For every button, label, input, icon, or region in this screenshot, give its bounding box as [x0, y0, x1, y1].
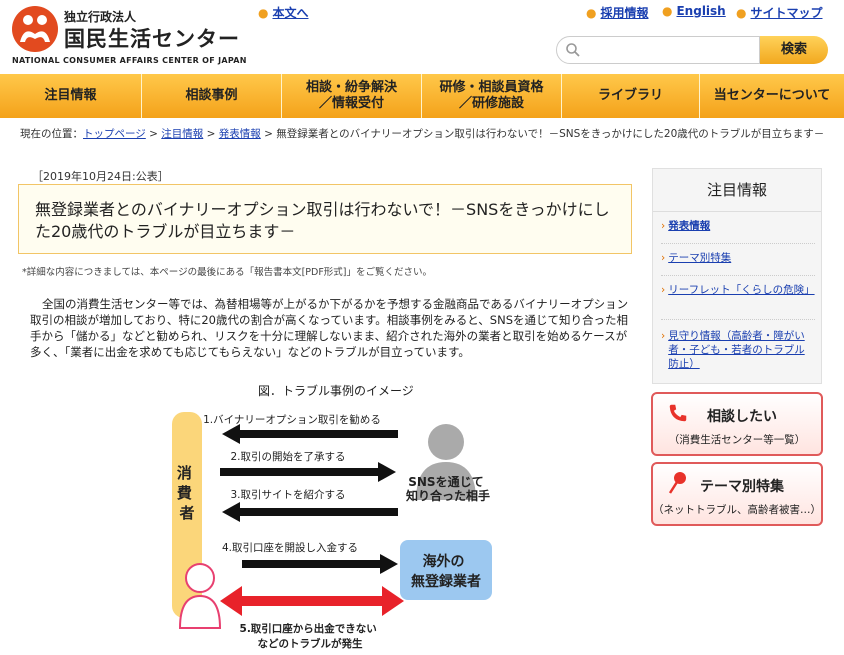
arrow-right-icon: › — [661, 284, 666, 296]
step-3-label: 3.取引サイトを紹介する — [230, 488, 345, 501]
step-2-label: 2.取引の開始を了承する — [230, 450, 345, 463]
article-title-box: 無登録業者とのバイナリーオプション取引は行わないで！－SNSをきっかけにした20… — [18, 184, 632, 254]
arrow-step-4: 4.取引口座を開設し入金する — [222, 541, 398, 574]
sidebar-item-label[interactable]: 見守り情報（高齢者・障がい者・子ども・若者のトラブル防止） — [668, 329, 815, 377]
breadcrumb: 現在の位置：トップページ > 注目情報 > 発表情報 > 無登録業者とのバイナリ… — [20, 128, 825, 140]
recruit-link-text[interactable]: 採用情報 — [600, 6, 648, 20]
sidebar-item-label[interactable]: リーフレット「くらしの危険」 — [668, 283, 814, 319]
arrow-step-1: 1.バイナリーオプション取引を勧める — [203, 413, 398, 444]
logo-mark-icon — [12, 6, 58, 52]
english-link-text[interactable]: English — [676, 4, 725, 18]
sns-partner-label: SNSを通じて 知り合った相手 — [405, 474, 490, 503]
bullet-icon: ● — [736, 6, 747, 20]
sidebar-heading: 注目情報 — [653, 169, 821, 212]
figure-caption: 図．トラブル事例のイメージ — [258, 384, 414, 398]
search-icon — [566, 43, 580, 57]
nav-label: 研修・相談員資格 ／研修施設 — [439, 79, 544, 111]
theme-feature-button[interactable]: テーマ別特集 （ネットトラブル、高齢者被害…） — [651, 462, 823, 526]
breadcrumb-current: 無登録業者とのバイナリーオプション取引は行わないで！－SNSをきっかけにした20… — [276, 128, 825, 140]
sidebar-item-theme[interactable]: › テーマ別特集 — [661, 251, 815, 276]
nav-about[interactable]: 当センターについて — [700, 74, 844, 118]
english-link[interactable]: ● English — [662, 4, 726, 18]
bullet-icon: ● — [258, 6, 269, 20]
skip-to-content-link[interactable]: ● 本文へ — [258, 4, 309, 21]
breadcrumb-top[interactable]: トップページ — [83, 128, 146, 140]
site-search: 検索 — [556, 36, 828, 64]
consult-subtitle: （消費生活センター等一覧） — [668, 434, 806, 446]
arrow-step-5 — [220, 586, 404, 616]
publish-date: ［2019年10月24日:公表］ — [32, 170, 169, 183]
breadcrumb-press[interactable]: 発表情報 — [219, 128, 261, 140]
sidebar-item-leaflet[interactable]: › リーフレット「くらしの危険」 — [661, 283, 815, 320]
theme-feature-title: テーマ別特集 — [700, 479, 784, 495]
consult-title: 相談したい — [707, 409, 777, 425]
consult-button[interactable]: 相談したい （消費生活センター等一覧） — [651, 392, 823, 456]
arrow-right-icon: › — [661, 252, 666, 264]
nav-consultation[interactable]: 相談・紛争解決 ／情報受付 — [282, 74, 422, 118]
page-title: 無登録業者とのバイナリーオプション取引は行わないで！－SNSをきっかけにした20… — [35, 200, 610, 241]
sidebar-item-press[interactable]: › 発表情報 — [661, 219, 815, 244]
sitemap-link[interactable]: ● サイトマップ — [736, 4, 823, 21]
breadcrumb-prefix: 現在の位置： — [20, 128, 83, 140]
logo-org-name-en: NATIONAL CONSUMER AFFAIRS CENTER OF JAPA… — [12, 56, 247, 65]
nav-label: 当センターについて — [713, 87, 831, 103]
nav-cases[interactable]: 相談事例 — [142, 74, 282, 118]
nav-featured[interactable]: 注目情報 — [0, 74, 142, 118]
trouble-diagram: 消 費 者 SNSを通じて 知り合った相手 海外の 無登録業者 1.バイナリーオ… — [172, 412, 492, 650]
sidebar-featured: 注目情報 › 発表情報 › テーマ別特集 › リーフレット「くらしの危険」 › 見守り情… — [652, 168, 822, 384]
logo-org-name: 国民生活センター — [64, 27, 240, 51]
step-1-label: 1.バイナリーオプション取引を勧める — [203, 413, 381, 426]
global-nav: 注目情報 相談事例 相談・紛争解決 ／情報受付 研修・相談員資格 ／研修施設 ラ… — [0, 74, 844, 118]
bullet-icon: ● — [586, 6, 597, 20]
search-button[interactable]: 検索 — [760, 36, 828, 64]
breadcrumb-featured[interactable]: 注目情報 — [161, 128, 203, 140]
nav-training[interactable]: 研修・相談員資格 ／研修施設 — [422, 74, 562, 118]
sidebar-item-label[interactable]: 発表情報 — [668, 220, 710, 232]
recruit-link[interactable]: ● 採用情報 — [586, 4, 649, 21]
sidebar-item-label[interactable]: テーマ別特集 — [668, 252, 731, 264]
step-5-label: 5.取引口座から出金できない などのトラブルが発生 — [240, 622, 381, 650]
theme-feature-subtitle: （ネットトラブル、高齢者被害…） — [653, 504, 821, 516]
arrow-step-2: 2.取引の開始を了承する — [220, 450, 396, 482]
search-input[interactable] — [556, 36, 760, 64]
nav-label: 注目情報 — [44, 87, 97, 103]
consumer-label: 消 費 者 — [177, 464, 197, 522]
sitemap-link-text[interactable]: サイトマップ — [750, 6, 822, 20]
step-4-label: 4.取引口座を開設し入金する — [222, 541, 358, 554]
nav-library[interactable]: ライブラリ — [562, 74, 700, 118]
article-body: 全国の消費生活センター等では、為替相場等が上がるか下がるかを予想する金融商品であ… — [30, 297, 629, 359]
detail-note: *詳細な内容につきましては、本ページの最後にある「報告書本文[PDF形式]」をご… — [22, 267, 433, 278]
nav-label: 相談事例 — [185, 87, 238, 103]
arrow-step-3: 3.取引サイトを紹介する — [222, 488, 398, 522]
arrow-right-icon: › — [661, 220, 666, 232]
nav-label: 相談・紛争解決 ／情報受付 — [305, 79, 397, 111]
nav-label: ライブラリ — [597, 87, 663, 103]
sidebar-item-mimamori[interactable]: › 見守り情報（高齢者・障がい者・子ども・若者のトラブル防止） — [661, 329, 815, 377]
arrow-right-icon: › — [661, 330, 666, 342]
bullet-icon: ● — [662, 4, 673, 18]
overseas-vendor-box — [400, 540, 492, 600]
skip-link-text[interactable]: 本文へ — [272, 6, 308, 20]
site-logo[interactable]: 独立行政法人 国民生活センター NATIONAL CONSUMER AFFAIR… — [12, 4, 252, 66]
